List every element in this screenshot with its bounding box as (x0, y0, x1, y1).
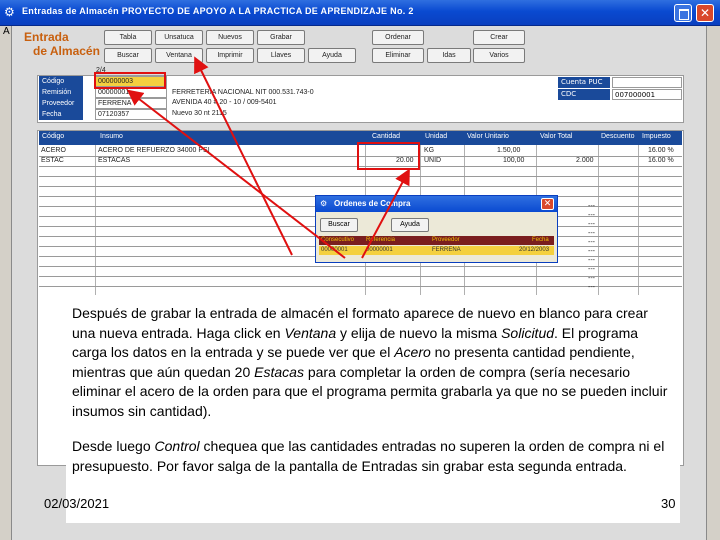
note-paragraph-1: Después de grabar la entrada de almacén … (72, 304, 674, 421)
note-emphasis: Ventana (284, 324, 337, 341)
slide-page-number: 30 (661, 496, 676, 511)
slide-date: 02/03/2021 (44, 496, 110, 511)
instruction-note: Después de grabar la entrada de almacén … (66, 298, 680, 523)
note-text: Desde luego (72, 438, 155, 454)
note-paragraph-2: Desde luego Control chequea que las cant… (72, 437, 674, 476)
note-emphasis: Control (154, 438, 200, 454)
note-text: y elija de nuevo la misma (336, 324, 502, 341)
note-emphasis: Solicitud (501, 324, 555, 341)
note-emphasis: Acero (394, 344, 431, 360)
note-emphasis: Estacas (254, 363, 304, 380)
arrow-to-cantidad (361, 168, 410, 259)
arrow-to-codigo (126, 89, 346, 259)
entradas-window: ⚙ Entradas de Almacén PROYECTO DE APOYO … (0, 0, 720, 540)
arrow-to-ventana (194, 56, 293, 256)
